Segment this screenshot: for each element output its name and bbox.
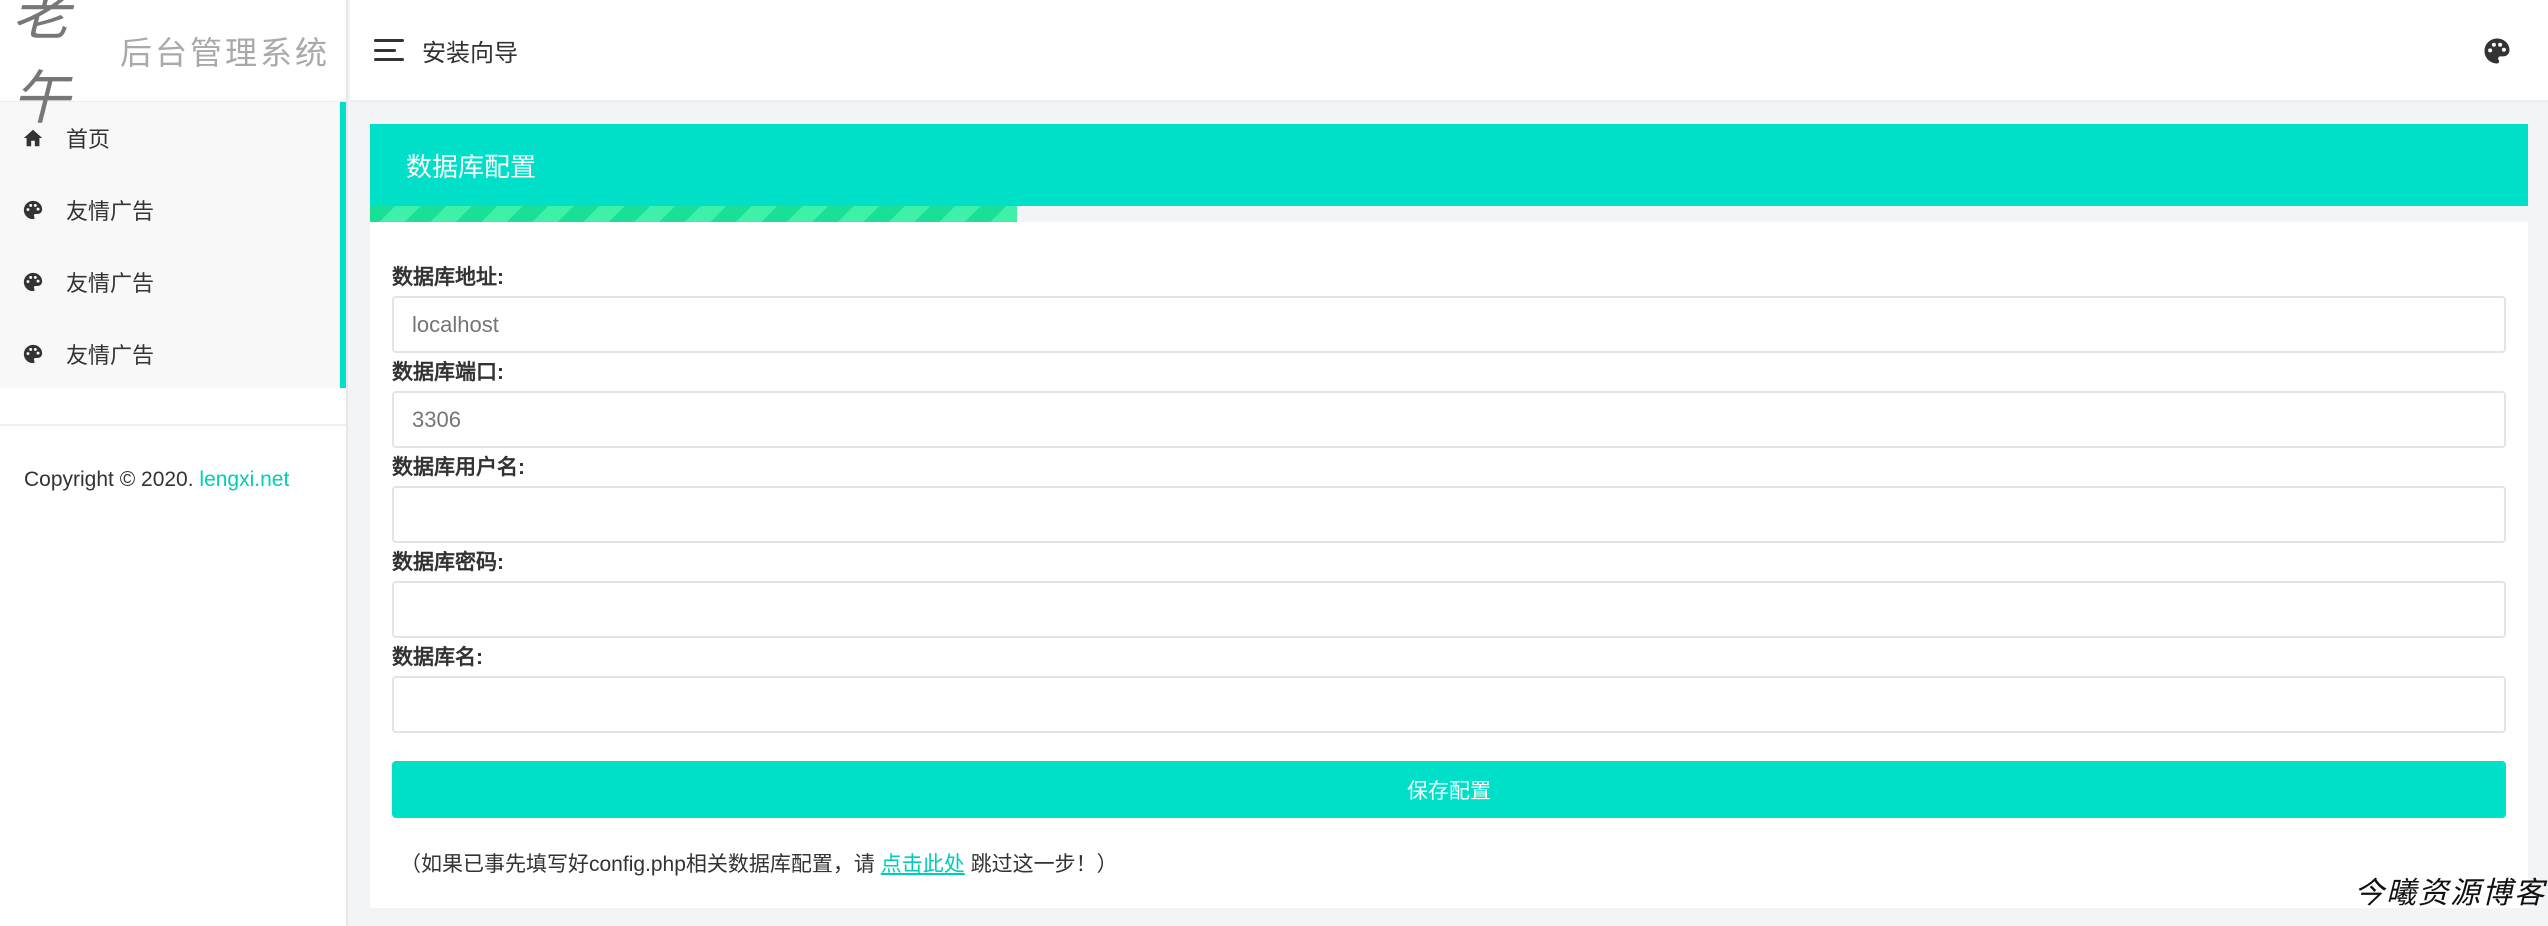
- top-header: 安装向导: [350, 0, 2548, 102]
- db-host-label: 数据库地址:: [392, 266, 504, 289]
- copyright: Copyright © 2020. lengxi.net: [0, 426, 346, 492]
- watermark: 今曦资源博客: [2354, 876, 2546, 911]
- db-name-label: 数据库名:: [392, 646, 483, 669]
- db-password-label: 数据库密码:: [392, 551, 504, 574]
- skip-hint-prefix: （如果已事先填写好config.php相关数据库配置，请: [400, 853, 881, 876]
- brand-title: 后台管理系统: [120, 34, 331, 71]
- install-progress-fill: [370, 206, 1018, 222]
- db-user-label: 数据库用户名:: [392, 456, 525, 479]
- sidebar-item-label: 友情广告: [66, 199, 155, 224]
- db-host-input[interactable]: [392, 296, 2506, 353]
- skip-step-link[interactable]: 点击此处: [881, 853, 965, 876]
- skip-hint-suffix: 跳过这一步！）: [964, 853, 1118, 876]
- copyright-text: Copyright © 2020.: [24, 468, 200, 491]
- database-config-form: 数据库地址: 数据库端口: 数据库用户名: 数据库密码: 数据库名: 保存配置 …: [370, 222, 2528, 878]
- db-user-input[interactable]: [392, 486, 2506, 543]
- home-icon: [22, 127, 44, 149]
- palette-icon: [22, 271, 44, 293]
- skip-hint: （如果已事先填写好config.php相关数据库配置，请 点击此处 跳过这一步！…: [392, 848, 2506, 878]
- palette-icon: [22, 343, 44, 365]
- card-title: 数据库配置: [370, 124, 2528, 206]
- save-config-button[interactable]: 保存配置: [392, 761, 2506, 818]
- menu-toggle-icon[interactable]: [374, 39, 404, 61]
- page-title: 安装向导: [422, 39, 518, 67]
- db-password-input[interactable]: [392, 581, 2506, 638]
- db-port-input[interactable]: [392, 391, 2506, 448]
- brand-logo: 老午: [12, 0, 70, 132]
- install-progress: [370, 206, 2528, 222]
- sidebar-item-label: 友情广告: [66, 271, 155, 296]
- theme-palette-icon[interactable]: [2482, 36, 2512, 66]
- database-config-card: 数据库地址: 数据库端口: 数据库用户名: 数据库密码: 数据库名: 保存配置 …: [370, 222, 2528, 908]
- sidebar: 老午 后台管理系统 首页 友情广告 友情广告 友情广告 Copyright © …: [0, 0, 348, 926]
- palette-icon: [22, 199, 44, 221]
- db-name-input[interactable]: [392, 676, 2506, 733]
- sidebar-item-friend-ads[interactable]: 友情广告: [0, 174, 340, 246]
- copyright-link[interactable]: lengxi.net: [199, 468, 289, 491]
- db-port-label: 数据库端口:: [392, 361, 504, 384]
- sidebar-item-label: 首页: [66, 127, 111, 152]
- sidebar-menu: 首页 友情广告 友情广告 友情广告: [0, 102, 346, 388]
- sidebar-item-friend-ads[interactable]: 友情广告: [0, 318, 340, 390]
- sidebar-item-friend-ads[interactable]: 友情广告: [0, 246, 340, 318]
- sidebar-item-label: 友情广告: [66, 343, 155, 368]
- brand[interactable]: 老午 后台管理系统: [0, 0, 346, 132]
